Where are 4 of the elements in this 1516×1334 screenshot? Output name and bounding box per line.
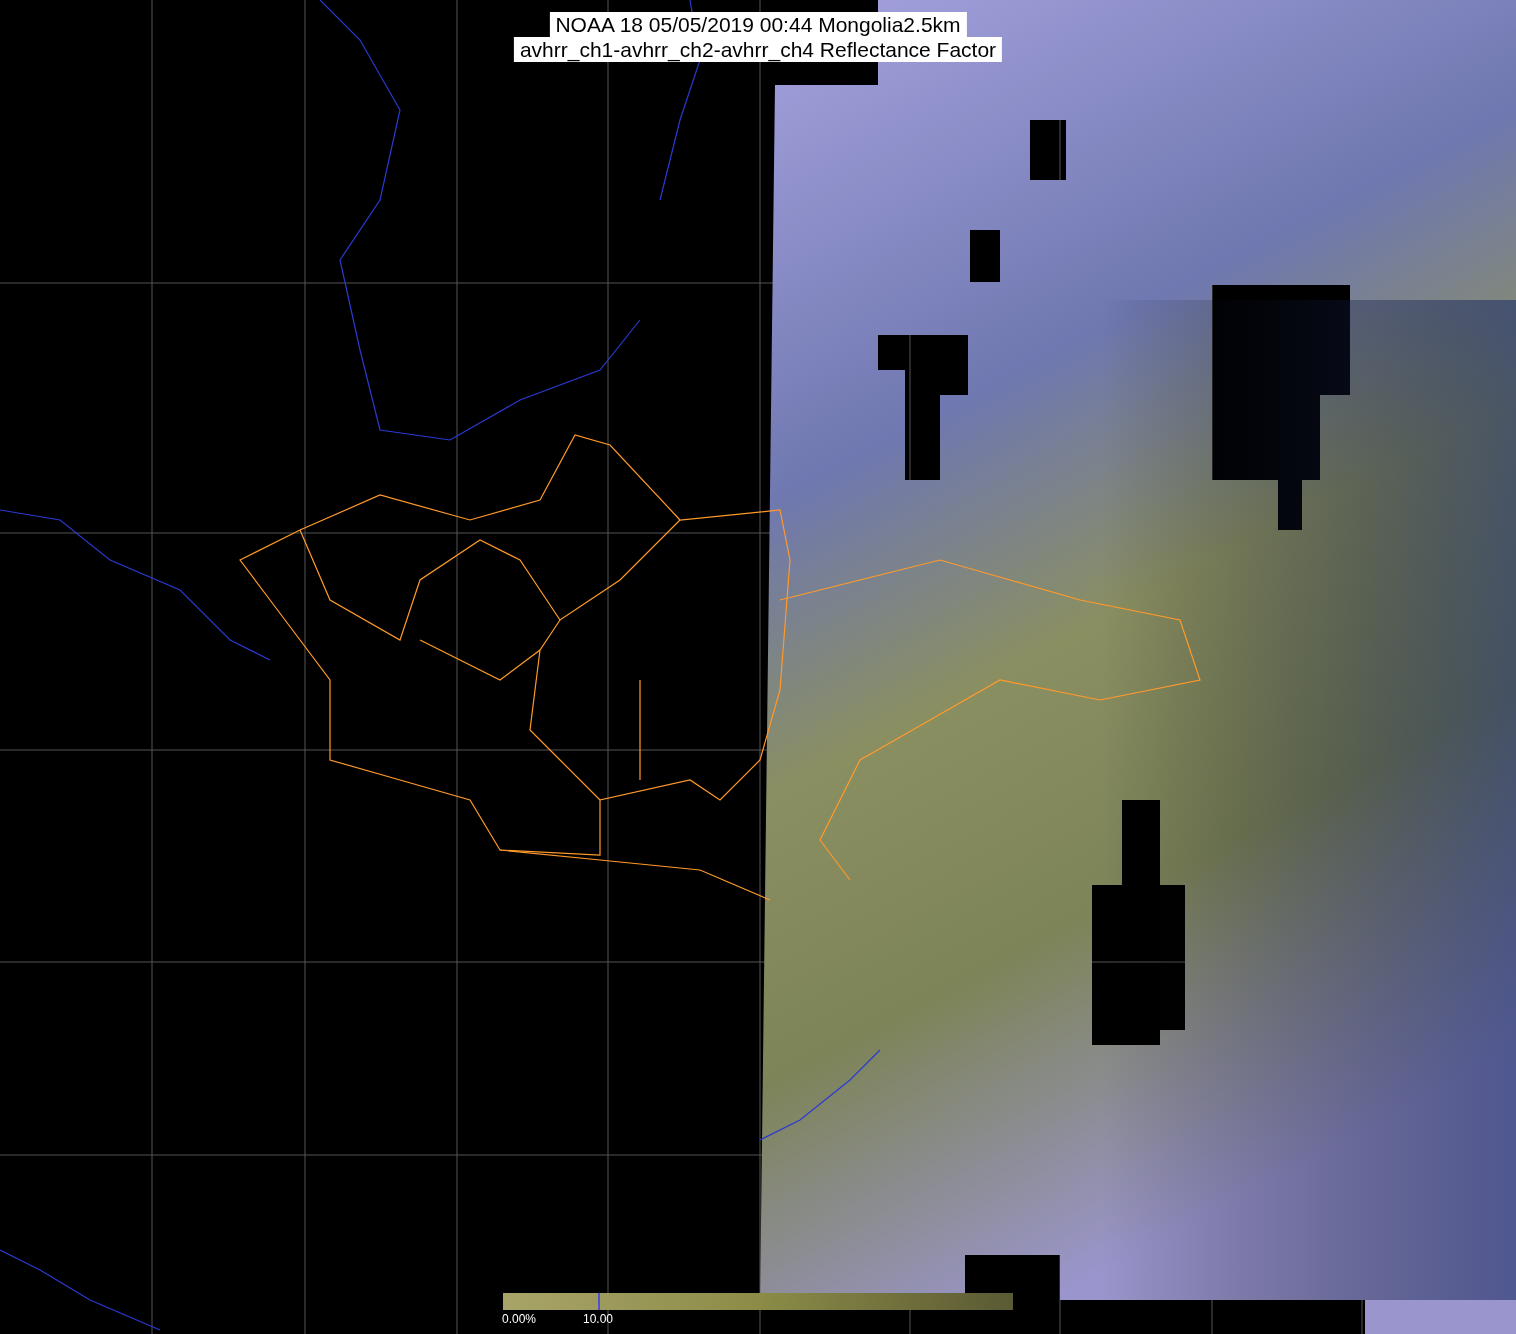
map-title: NOAA 18 05/05/2019 00:44 Mongolia2.5km (549, 12, 967, 37)
map-title: avhrr_ch1-avhrr_ch2-avhrr_ch4 Reflectance Factor (513, 37, 1003, 62)
colorbar-label: 10.00 (583, 1312, 614, 1326)
colorbar-label: 0.00% (502, 1312, 537, 1326)
